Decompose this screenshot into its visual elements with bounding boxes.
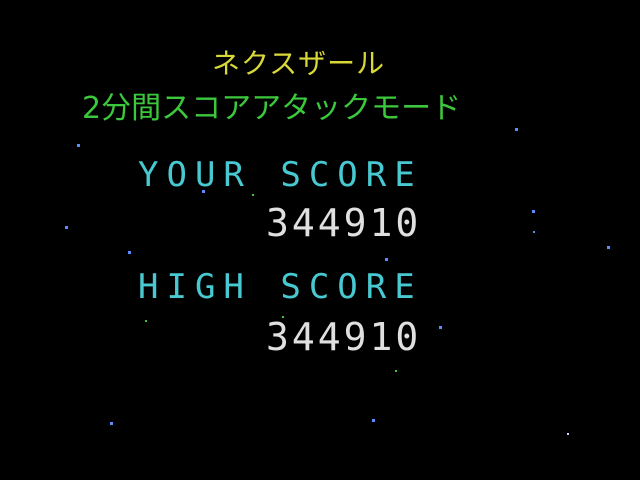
star [567,433,569,435]
game-title: ネクスザール [212,47,386,80]
star [395,370,397,372]
star [532,210,535,213]
star [110,422,113,425]
game-screen: ネクスザール 2分間スコアアタックモード YOUR SCORE 344910 H… [0,0,640,480]
mode-subtitle: 2分間スコアアタックモード [82,91,462,126]
star [533,231,535,233]
star [77,144,80,147]
star [439,326,442,329]
star [372,419,375,422]
star [607,246,610,249]
star [128,251,131,254]
your-score-label: YOUR SCORE [138,155,423,195]
high-score-value: 344910 [266,315,422,359]
your-score-value: 344910 [266,201,422,245]
star [65,226,68,229]
star [385,258,388,261]
star [145,320,147,322]
high-score-label: HIGH SCORE [138,267,423,307]
star [515,128,518,131]
